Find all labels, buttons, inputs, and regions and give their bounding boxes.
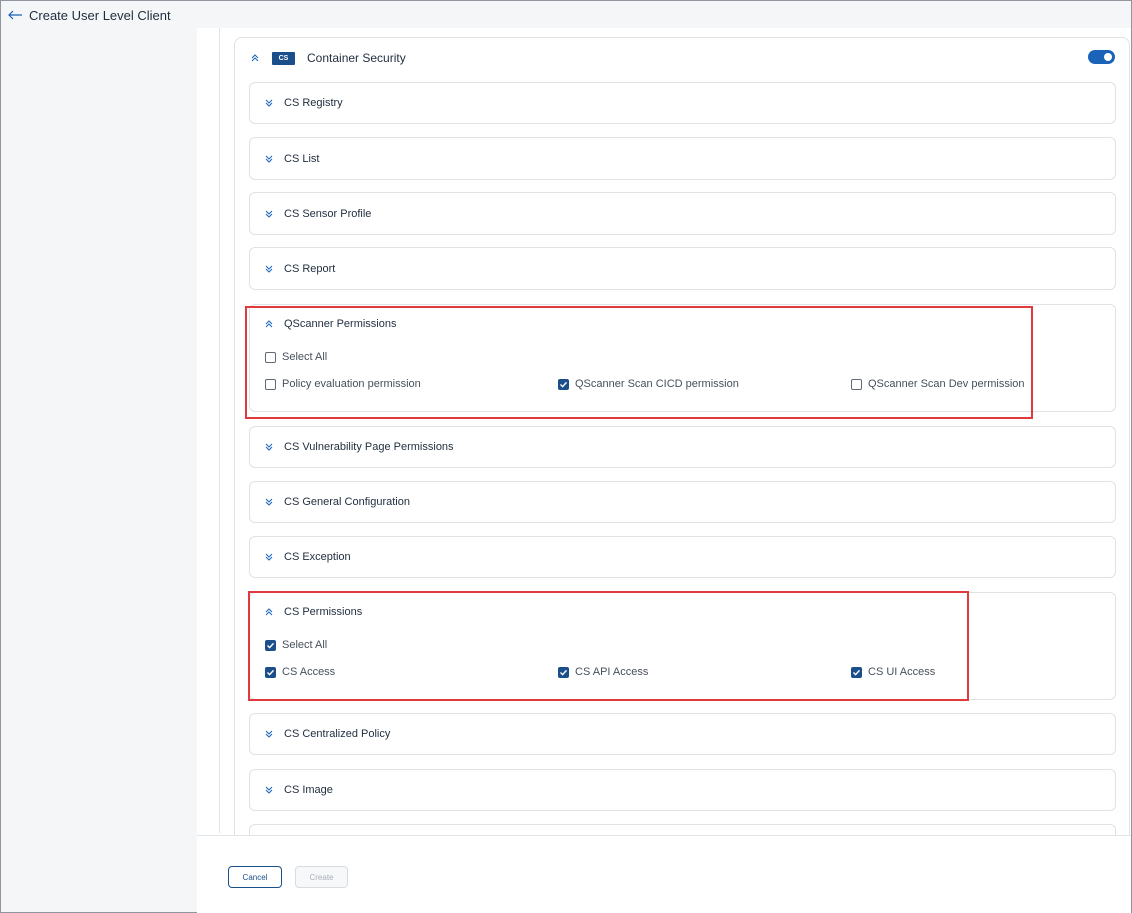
- checkbox-checked[interactable]: [851, 666, 862, 678]
- section-label: CS Report: [284, 262, 336, 275]
- module-label: Container Security: [307, 51, 406, 65]
- section-label: CS Permissions: [284, 606, 363, 618]
- checkbox-cs-access[interactable]: CS Access: [265, 666, 335, 678]
- chevron-down-icon: [265, 265, 273, 273]
- section-label: CS Vulnerability Page Permissions: [284, 441, 454, 453]
- section-cs-vulnerability[interactable]: CS Vulnerability Page Permissions: [249, 426, 1116, 468]
- chevron-up-icon: [265, 608, 273, 616]
- checkbox-label: QScanner Scan Dev permission: [868, 378, 1025, 390]
- chevron-down-icon: [265, 443, 273, 451]
- section-label: CS Registry: [284, 97, 343, 109]
- section-header[interactable]: CS General Configuration: [264, 482, 410, 522]
- checkbox-checked[interactable]: [558, 666, 569, 678]
- module-enable-toggle[interactable]: [1088, 50, 1115, 64]
- section-cs-centralized-policy[interactable]: CS Centralized Policy: [249, 713, 1116, 755]
- section-header[interactable]: CS Exception: [264, 537, 351, 577]
- section-cs-sensor-profile[interactable]: CS Sensor Profile: [249, 192, 1116, 235]
- section-label: CS Sensor Profile: [284, 207, 372, 220]
- section-header[interactable]: CS List: [264, 138, 319, 179]
- checkbox-label: CS Access: [282, 666, 336, 678]
- checkbox-label: CS API Access: [575, 666, 649, 678]
- section-header[interactable]: QScanner Permissions: [264, 318, 397, 330]
- checkmark-icon: [560, 669, 568, 676]
- section-label: CS Exception: [284, 551, 351, 563]
- checkbox-cs-api-access[interactable]: CS API Access: [558, 666, 648, 678]
- checkbox-qscanner-cicd[interactable]: QScanner Scan CICD permission: [558, 378, 739, 390]
- chevron-down-icon: [265, 730, 273, 738]
- checkbox-cs-ui-access[interactable]: CS UI Access: [851, 666, 935, 678]
- section-cs-permissions: CS Permissions: [249, 592, 1116, 700]
- chevron-down-icon: [265, 553, 273, 561]
- chevron-down-icon: [265, 155, 273, 163]
- section-label: CS List: [284, 152, 320, 165]
- section-cs-registry[interactable]: CS Registry: [249, 82, 1116, 124]
- section-header[interactable]: CS Permissions: [264, 606, 362, 618]
- checkbox[interactable]: [265, 351, 276, 363]
- checkbox-label: QScanner Scan CICD permission: [575, 378, 739, 390]
- section-header[interactable]: CS Registry: [264, 83, 343, 123]
- section-qscanner-permissions: QScanner Permissions: [249, 304, 1116, 412]
- section-header[interactable]: CS Report: [264, 248, 335, 289]
- cancel-button[interactable]: Cancel: [228, 866, 282, 888]
- checkbox-label: Select All: [282, 351, 328, 363]
- checkbox[interactable]: [851, 378, 862, 390]
- top-bar: Create User Level Client: [1, 1, 1131, 29]
- checkmark-icon: [267, 669, 275, 676]
- checkbox-label: Policy evaluation permission: [282, 378, 421, 390]
- checkbox-policy-evaluation[interactable]: Policy evaluation permission: [265, 378, 421, 390]
- section-label: CS Centralized Policy: [284, 728, 391, 740]
- checkbox-label: Select All: [282, 639, 328, 651]
- section-label: CS Image: [284, 784, 333, 796]
- chevron-down-icon: [265, 786, 273, 794]
- checkbox-label: CS UI Access: [868, 666, 936, 678]
- checkmark-icon: [560, 381, 568, 388]
- checkbox[interactable]: [265, 378, 276, 390]
- checkmark-icon: [853, 669, 861, 676]
- checkbox-checked[interactable]: [265, 639, 276, 651]
- module-badge: CS: [272, 51, 295, 65]
- create-button[interactable]: Create: [295, 866, 348, 888]
- chevron-down-icon: [265, 99, 273, 107]
- checkbox-checked[interactable]: [265, 666, 276, 678]
- section-header[interactable]: CS Image: [264, 770, 333, 810]
- chevron-up-icon[interactable]: [250, 53, 260, 63]
- checkmark-icon: [267, 642, 275, 649]
- section-cs-report[interactable]: CS Report: [249, 247, 1116, 290]
- section-label: CS General Configuration: [284, 496, 410, 508]
- chevron-down-icon: [265, 210, 273, 218]
- toggle-knob: [1104, 53, 1112, 61]
- section-header[interactable]: CS Centralized Policy: [264, 714, 390, 754]
- divider: [219, 28, 220, 833]
- permissions-select-all[interactable]: Select All: [265, 639, 327, 651]
- back-arrow-icon[interactable]: [7, 9, 23, 21]
- page-title: Create User Level Client: [29, 7, 171, 23]
- module-header[interactable]: CS Container Security: [248, 48, 1118, 68]
- checkbox-checked[interactable]: [558, 378, 569, 390]
- section-cs-general-config[interactable]: CS General Configuration: [249, 481, 1116, 523]
- section-header[interactable]: CS Vulnerability Page Permissions: [264, 427, 454, 467]
- checkbox-qscanner-dev[interactable]: QScanner Scan Dev permission: [851, 378, 1025, 390]
- section-header[interactable]: CS Sensor Profile: [264, 193, 371, 234]
- section-cs-exception[interactable]: CS Exception: [249, 536, 1116, 578]
- chevron-down-icon: [265, 498, 273, 506]
- section-label: QScanner Permissions: [284, 318, 397, 330]
- section-cs-list[interactable]: CS List: [249, 137, 1116, 180]
- qscanner-select-all[interactable]: Select All: [265, 351, 327, 363]
- chevron-up-icon: [265, 320, 273, 328]
- section-cs-image[interactable]: CS Image: [249, 769, 1116, 811]
